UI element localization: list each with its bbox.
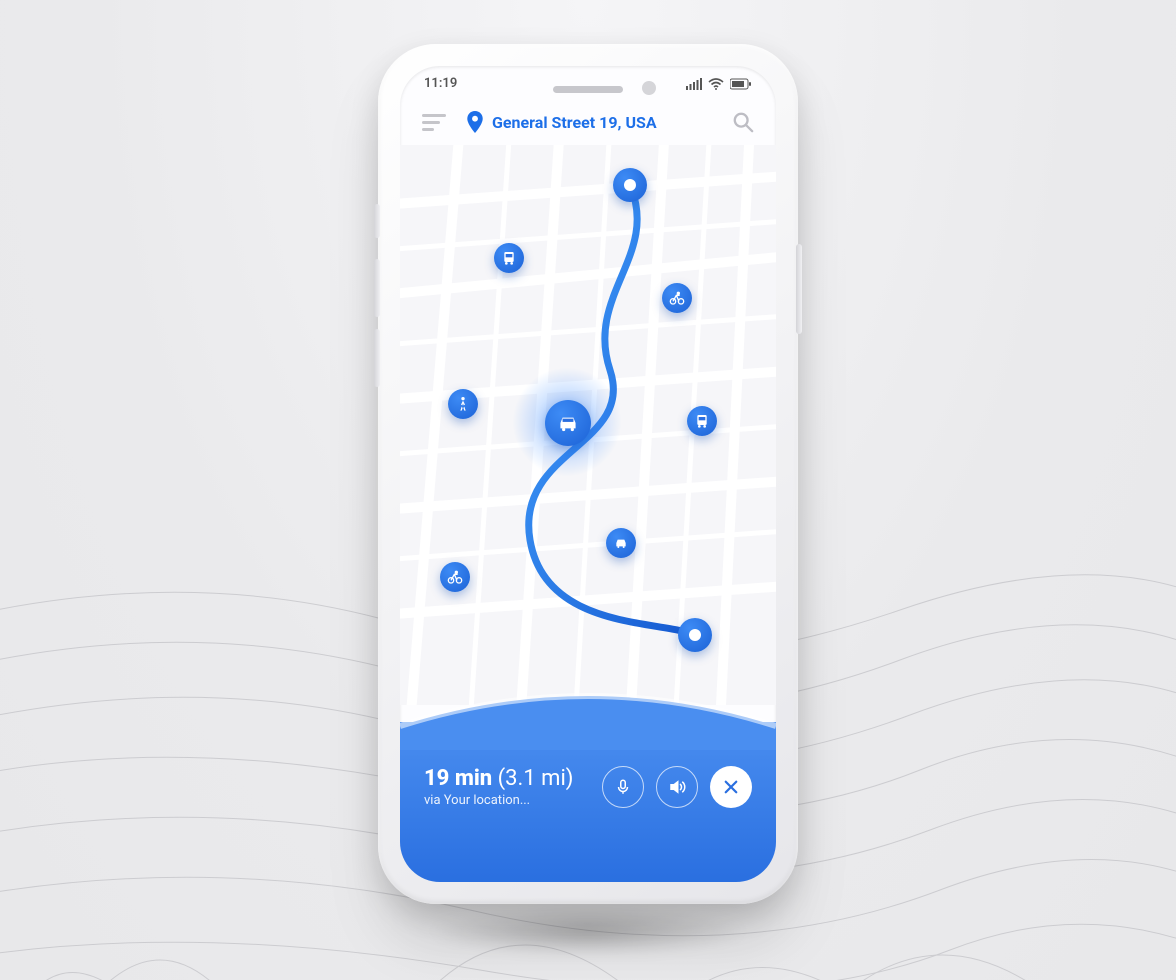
pedestrian-icon (455, 396, 471, 412)
map-marker-pedestrian[interactable] (448, 389, 478, 419)
route-info: 19 min (3.1 mi) via Your location... (424, 766, 573, 808)
sheet-actions (602, 766, 752, 808)
speaker-icon (668, 778, 686, 796)
map-view[interactable] (400, 145, 776, 705)
voice-button[interactable] (602, 766, 644, 808)
bicycle-icon (669, 290, 685, 306)
route-summary-sheet: 19 min (3.1 mi) via Your location... (400, 722, 776, 882)
map-marker-current-car[interactable] (545, 400, 591, 446)
speaker-notch (553, 86, 623, 93)
phone-volume-down (374, 329, 380, 387)
wifi-icon (708, 78, 724, 90)
route-end-marker[interactable] (678, 618, 712, 652)
route-start-marker[interactable] (613, 168, 647, 202)
phone-frame: 11:19 General Street 19, USA (378, 44, 798, 904)
phone-power-button (796, 244, 802, 334)
phone-volume-up (374, 259, 380, 317)
app-header: General Street 19, USA (400, 97, 776, 145)
phone-side-button (374, 204, 380, 238)
map-marker-car-2[interactable] (606, 528, 636, 558)
pin-icon (466, 111, 484, 133)
map-marker-bicycle-2[interactable] (440, 562, 470, 592)
car-icon (555, 410, 581, 436)
sound-button[interactable] (656, 766, 698, 808)
status-time: 11:19 (424, 76, 457, 91)
route-distance: (3.1 mi) (498, 766, 574, 791)
microphone-icon (614, 778, 632, 796)
map-marker-bus[interactable] (494, 243, 524, 273)
route-duration: 19 min (424, 766, 492, 791)
phone-screen: 11:19 General Street 19, USA (400, 66, 776, 882)
close-icon (722, 778, 740, 796)
map-marker-bus-2[interactable] (687, 406, 717, 436)
phone-shadow (428, 906, 748, 956)
destination-address[interactable]: General Street 19, USA (466, 111, 712, 133)
car-icon (613, 535, 629, 551)
front-camera (642, 81, 656, 95)
cellular-icon (686, 78, 702, 90)
sheet-curve (400, 686, 776, 750)
map-marker-bicycle[interactable] (662, 283, 692, 313)
close-button[interactable] (710, 766, 752, 808)
bus-icon (694, 413, 710, 429)
bus-icon (501, 250, 517, 266)
bicycle-icon (447, 569, 463, 585)
menu-button[interactable] (422, 114, 446, 131)
address-text: General Street 19, USA (492, 113, 657, 132)
route-via: via Your location... (424, 793, 573, 808)
battery-icon (730, 78, 752, 90)
search-button[interactable] (732, 111, 754, 133)
